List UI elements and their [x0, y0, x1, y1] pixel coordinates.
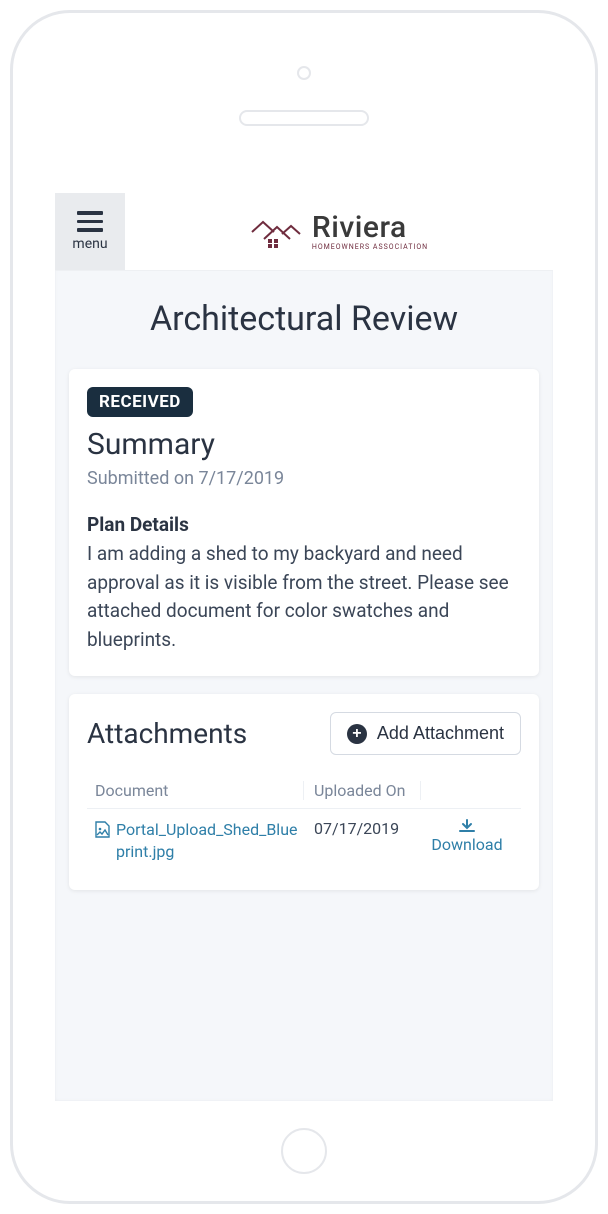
- app-screen: menu Rivi: [55, 193, 553, 1101]
- phone-frame: menu Rivi: [10, 10, 598, 1204]
- file-image-icon: [95, 821, 110, 838]
- brand-area: Riviera Homeowners Association: [125, 193, 553, 270]
- table-header: Document Uploaded On: [87, 773, 521, 808]
- brand-name: Riviera: [312, 213, 428, 243]
- phone-top-bezel: [13, 13, 595, 153]
- download-label: Download: [431, 835, 502, 854]
- menu-button[interactable]: menu: [55, 193, 125, 270]
- phone-camera: [297, 66, 311, 80]
- table-row: Portal_Upload_Shed_Blueprint.jpg 07/17/2…: [87, 808, 521, 868]
- summary-card: RECEIVED Summary Submitted on 7/17/2019 …: [69, 369, 539, 676]
- status-badge: RECEIVED: [87, 387, 193, 417]
- attachments-card: Attachments + Add Attachment Document Up…: [69, 694, 539, 890]
- summary-heading: Summary: [87, 427, 521, 462]
- download-icon: [459, 819, 475, 833]
- attachment-link[interactable]: Portal_Upload_Shed_Blueprint.jpg: [116, 819, 304, 864]
- uploaded-date: 07/17/2019: [304, 819, 421, 838]
- hamburger-icon: [77, 211, 103, 232]
- col-uploaded: Uploaded On: [304, 781, 421, 800]
- phone-bottom-bezel: [13, 1101, 595, 1201]
- add-attachment-label: Add Attachment: [377, 723, 504, 744]
- plus-circle-icon: +: [347, 724, 367, 744]
- attachments-heading: Attachments: [87, 717, 247, 750]
- col-document: Document: [95, 781, 304, 800]
- brand-logo: Riviera Homeowners Association: [250, 213, 428, 251]
- attachments-table: Document Uploaded On Portal_Upload_Shed_…: [87, 773, 521, 868]
- plan-details-label: Plan Details: [87, 513, 521, 536]
- page-title: Architectural Review: [55, 271, 553, 369]
- home-button[interactable]: [281, 1128, 327, 1174]
- phone-speaker: [239, 110, 369, 126]
- add-attachment-button[interactable]: + Add Attachment: [330, 712, 521, 755]
- brand-subtitle: Homeowners Association: [312, 244, 428, 251]
- plan-details-text: I am adding a shed to my backyard and ne…: [87, 540, 521, 654]
- menu-label: menu: [72, 236, 107, 252]
- submitted-text: Submitted on 7/17/2019: [87, 468, 521, 489]
- top-bar: menu Rivi: [55, 193, 553, 271]
- download-button[interactable]: Download: [421, 819, 513, 854]
- houses-icon: [250, 215, 306, 249]
